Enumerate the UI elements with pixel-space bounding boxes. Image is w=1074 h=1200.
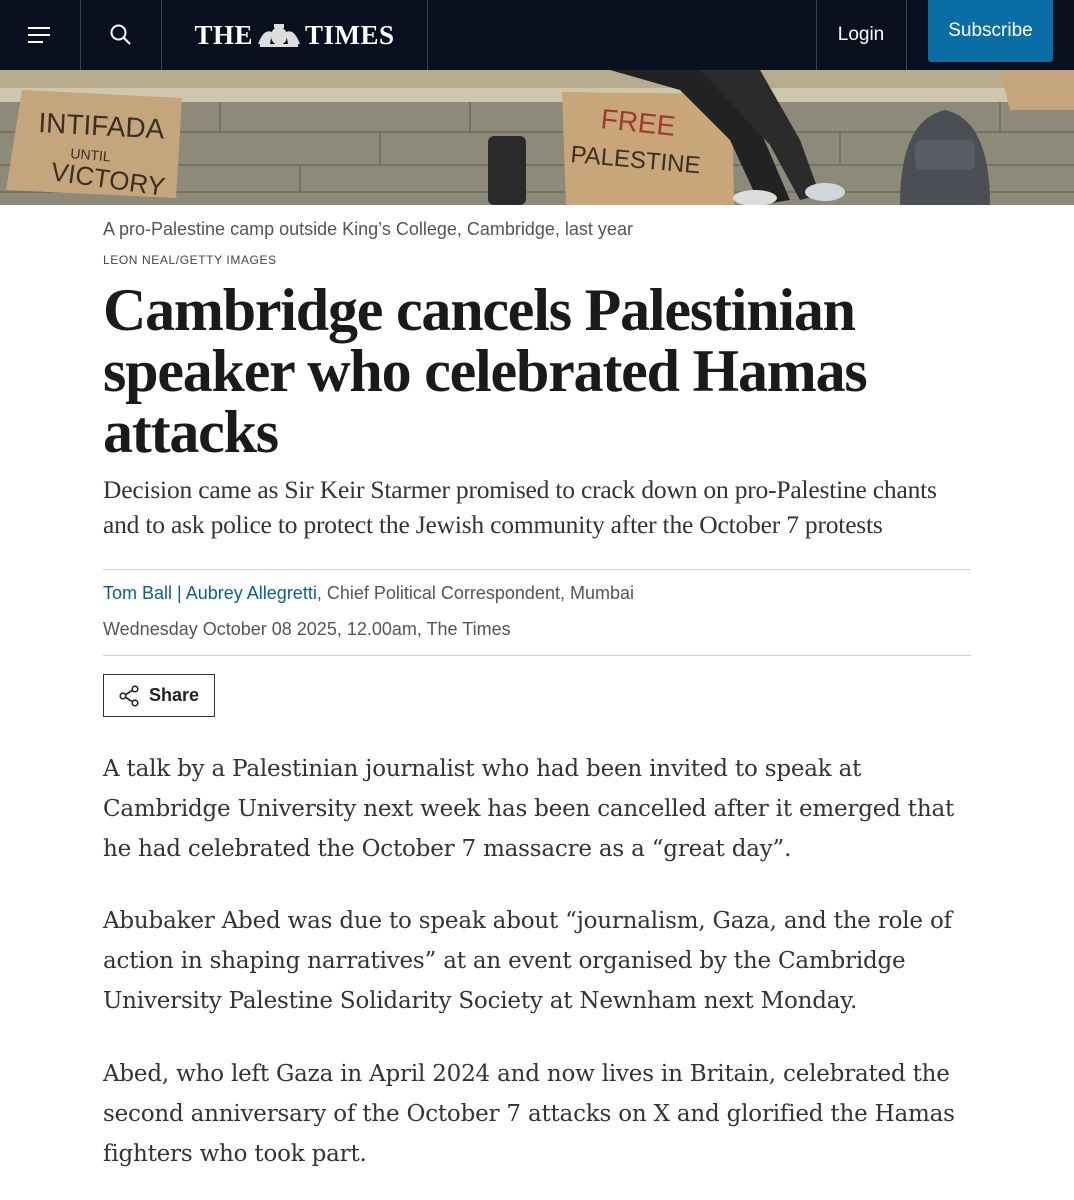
- author-link-2[interactable]: Aubrey Allegretti: [186, 583, 317, 603]
- hamburger-icon: [28, 27, 50, 43]
- author-role: , Chief Political Correspondent, Mumbai: [316, 583, 634, 603]
- menu-button[interactable]: [0, 0, 80, 70]
- top-navigation-bar: THE TIMES Login Subscribe: [0, 0, 1074, 70]
- author-link-1[interactable]: Tom Ball: [103, 583, 172, 603]
- article-standfirst: Decision came as Sir Keir Starmer promis…: [103, 475, 937, 539]
- article-headline: Cambridge cancels Palestinian speaker wh…: [103, 277, 868, 465]
- logo-text-left: THE: [194, 19, 253, 50]
- sign-left-text-1: INTIFADA: [38, 107, 166, 145]
- hero-image: INTIFADA UNTIL VICTORY FREE PALESTINE: [0, 70, 1074, 205]
- divider: [906, 0, 907, 70]
- image-caption: A pro-Palestine camp outside King’s Coll…: [103, 219, 633, 239]
- author-separator: |: [177, 583, 182, 603]
- search-icon: [110, 24, 131, 45]
- share-button[interactable]: Share: [103, 674, 215, 717]
- subscribe-button[interactable]: Subscribe: [928, 0, 1053, 62]
- article-dateline: Wednesday October 08 2025, 12.00am, The …: [103, 619, 511, 639]
- logo-text-right: TIMES: [305, 19, 395, 50]
- protest-sign-left: INTIFADA UNTIL VICTORY: [6, 90, 182, 202]
- image-credit: LEON NEAL/GETTY IMAGES: [103, 253, 277, 267]
- search-button[interactable]: [81, 0, 161, 70]
- byline: Tom Ball | Aubrey Allegretti, Chief Poli…: [103, 583, 634, 604]
- article-paragraph: Abubaker Abed was due to speak about “jo…: [103, 908, 952, 1014]
- article-paragraph: Abed, who left Gaza in April 2024 and no…: [103, 1061, 955, 1167]
- login-button[interactable]: Login: [816, 0, 906, 70]
- article-paragraph: A talk by a Palestinian journalist who h…: [103, 756, 954, 862]
- royal-crest-icon: [258, 24, 300, 47]
- share-icon: [119, 684, 139, 707]
- site-logo[interactable]: THE TIMES: [162, 0, 427, 70]
- divider-line: [103, 655, 971, 656]
- divider: [427, 0, 428, 70]
- share-label: Share: [148, 685, 200, 705]
- divider-line: [103, 569, 971, 570]
